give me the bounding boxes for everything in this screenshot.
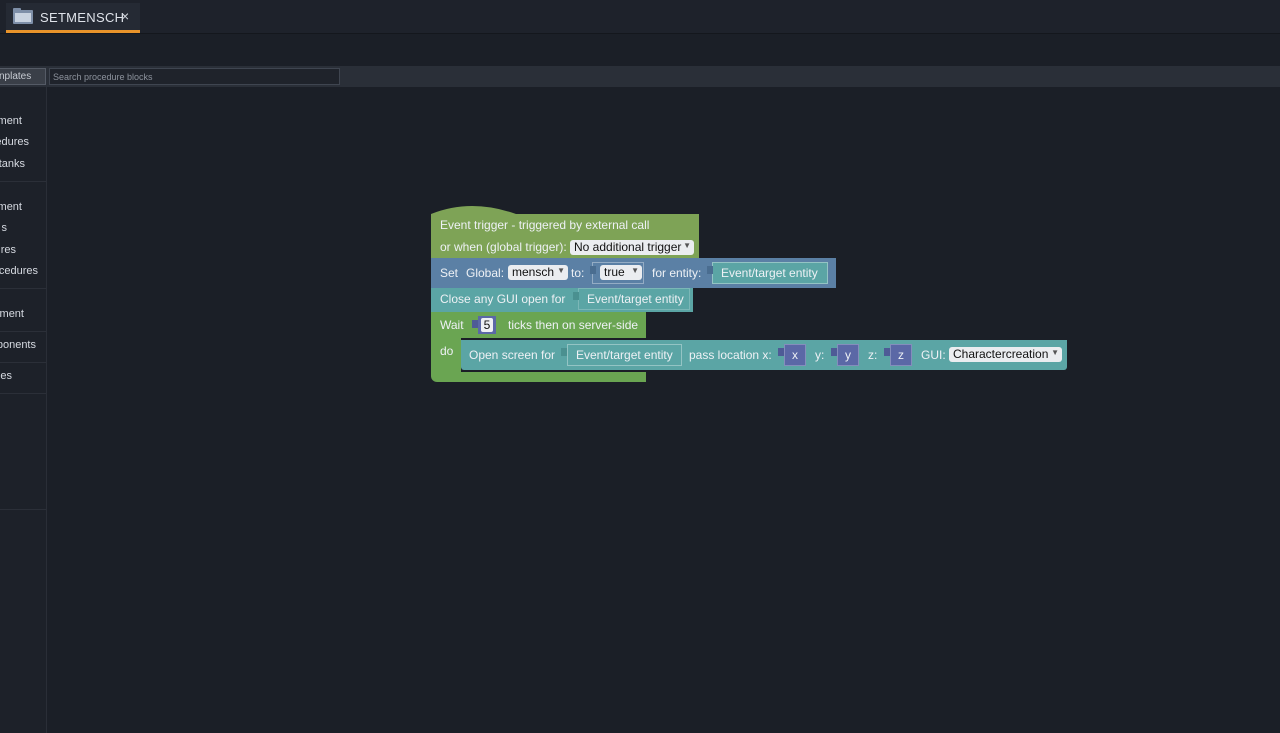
entity-block[interactable]: Event/target entity — [578, 288, 690, 310]
y-label: y: — [815, 348, 825, 362]
open-screen-label: Open screen for — [469, 348, 556, 362]
category-sidebar: ment edures tanks ment s res cedures men… — [0, 87, 47, 733]
sidebar-item-6[interactable]: cedures — [0, 265, 38, 277]
connector-nub — [590, 266, 596, 274]
sidebar-item-7[interactable]: ment — [0, 308, 24, 320]
dropdown-arrow-icon: ▼ — [683, 241, 691, 250]
sidebar-item-5[interactable]: res — [1, 244, 16, 256]
gui-label: GUI: — [921, 348, 946, 362]
divider — [0, 509, 46, 510]
gui-dropdown[interactable]: Charactercreation ▼ — [949, 347, 1062, 362]
connector-nub — [778, 348, 784, 356]
global-var-value: mensch — [512, 265, 555, 279]
sidebar-item-0[interactable]: ment — [0, 115, 22, 127]
trigger-title: Event trigger - triggered by external ca… — [440, 218, 650, 232]
sidebar-item-2[interactable]: tanks — [0, 158, 25, 170]
divider — [0, 181, 46, 182]
ticks-value: 5 — [481, 318, 493, 332]
set-label: Set — [440, 266, 459, 280]
divider — [0, 362, 46, 363]
divider — [0, 393, 46, 394]
divider — [0, 288, 46, 289]
connector-nub — [707, 266, 713, 274]
do-label: do — [440, 344, 454, 358]
connector-nub — [884, 348, 890, 356]
block-workspace[interactable] — [47, 87, 1280, 733]
sidebar-item-3[interactable]: ment — [0, 201, 22, 213]
templates-button[interactable]: nplates — [0, 68, 46, 85]
wait-label: Wait — [440, 318, 464, 332]
sidebar-item-4[interactable]: s — [2, 222, 8, 234]
z-coordinate-block[interactable]: z — [890, 344, 912, 366]
toolbar — [0, 34, 1280, 66]
dropdown-arrow-icon: ▼ — [631, 266, 639, 275]
dropdown-arrow-icon: ▼ — [1051, 348, 1059, 357]
entity-block[interactable]: Event/target entity — [712, 262, 828, 284]
global-trigger-dropdown[interactable]: No additional trigger ▼ — [570, 240, 694, 255]
trigger-global-label: or when (global trigger): — [440, 240, 567, 254]
close-icon[interactable]: × — [121, 8, 129, 24]
z-label: z: — [868, 348, 878, 362]
pass-location-label: pass location x: — [689, 348, 772, 362]
global-trigger-value: No additional trigger — [574, 240, 682, 254]
x-coordinate-block[interactable]: x — [784, 344, 806, 366]
search-input[interactable] — [49, 68, 340, 85]
tab-setmensch[interactable]: SETMENSCH × — [6, 3, 140, 33]
for-entity-label: for entity: — [652, 266, 702, 280]
boolean-value: true — [604, 265, 625, 279]
ticks-number-block[interactable]: 5 — [478, 316, 496, 334]
y-coordinate-block[interactable]: y — [837, 344, 859, 366]
connector-nub — [472, 320, 478, 328]
sidebar-item-9[interactable]: es — [0, 370, 12, 382]
ticks-then-label: ticks then on server-side — [508, 318, 639, 332]
tab-bar: SETMENSCH × — [0, 0, 1280, 34]
gui-value: Charactercreation — [953, 347, 1049, 361]
divider — [0, 331, 46, 332]
entity-block[interactable]: Event/target entity — [567, 344, 682, 366]
connector-nub — [573, 292, 579, 300]
to-label: to: — [571, 266, 585, 280]
global-label: Global: — [466, 266, 505, 280]
sidebar-item-8[interactable]: ponents — [0, 339, 36, 351]
folder-icon — [13, 8, 33, 24]
sidebar-item-1[interactable]: edures — [0, 136, 29, 148]
global-var-dropdown[interactable]: mensch ▼ — [508, 265, 568, 280]
boolean-dropdown[interactable]: true ▼ — [600, 265, 642, 280]
connector-nub — [831, 348, 837, 356]
close-gui-label: Close any GUI open for — [440, 292, 566, 306]
connector-nub — [561, 348, 567, 356]
tab-title: SETMENSCH — [40, 10, 125, 25]
dropdown-arrow-icon: ▼ — [557, 266, 565, 275]
wait-block-bottom — [431, 372, 646, 382]
